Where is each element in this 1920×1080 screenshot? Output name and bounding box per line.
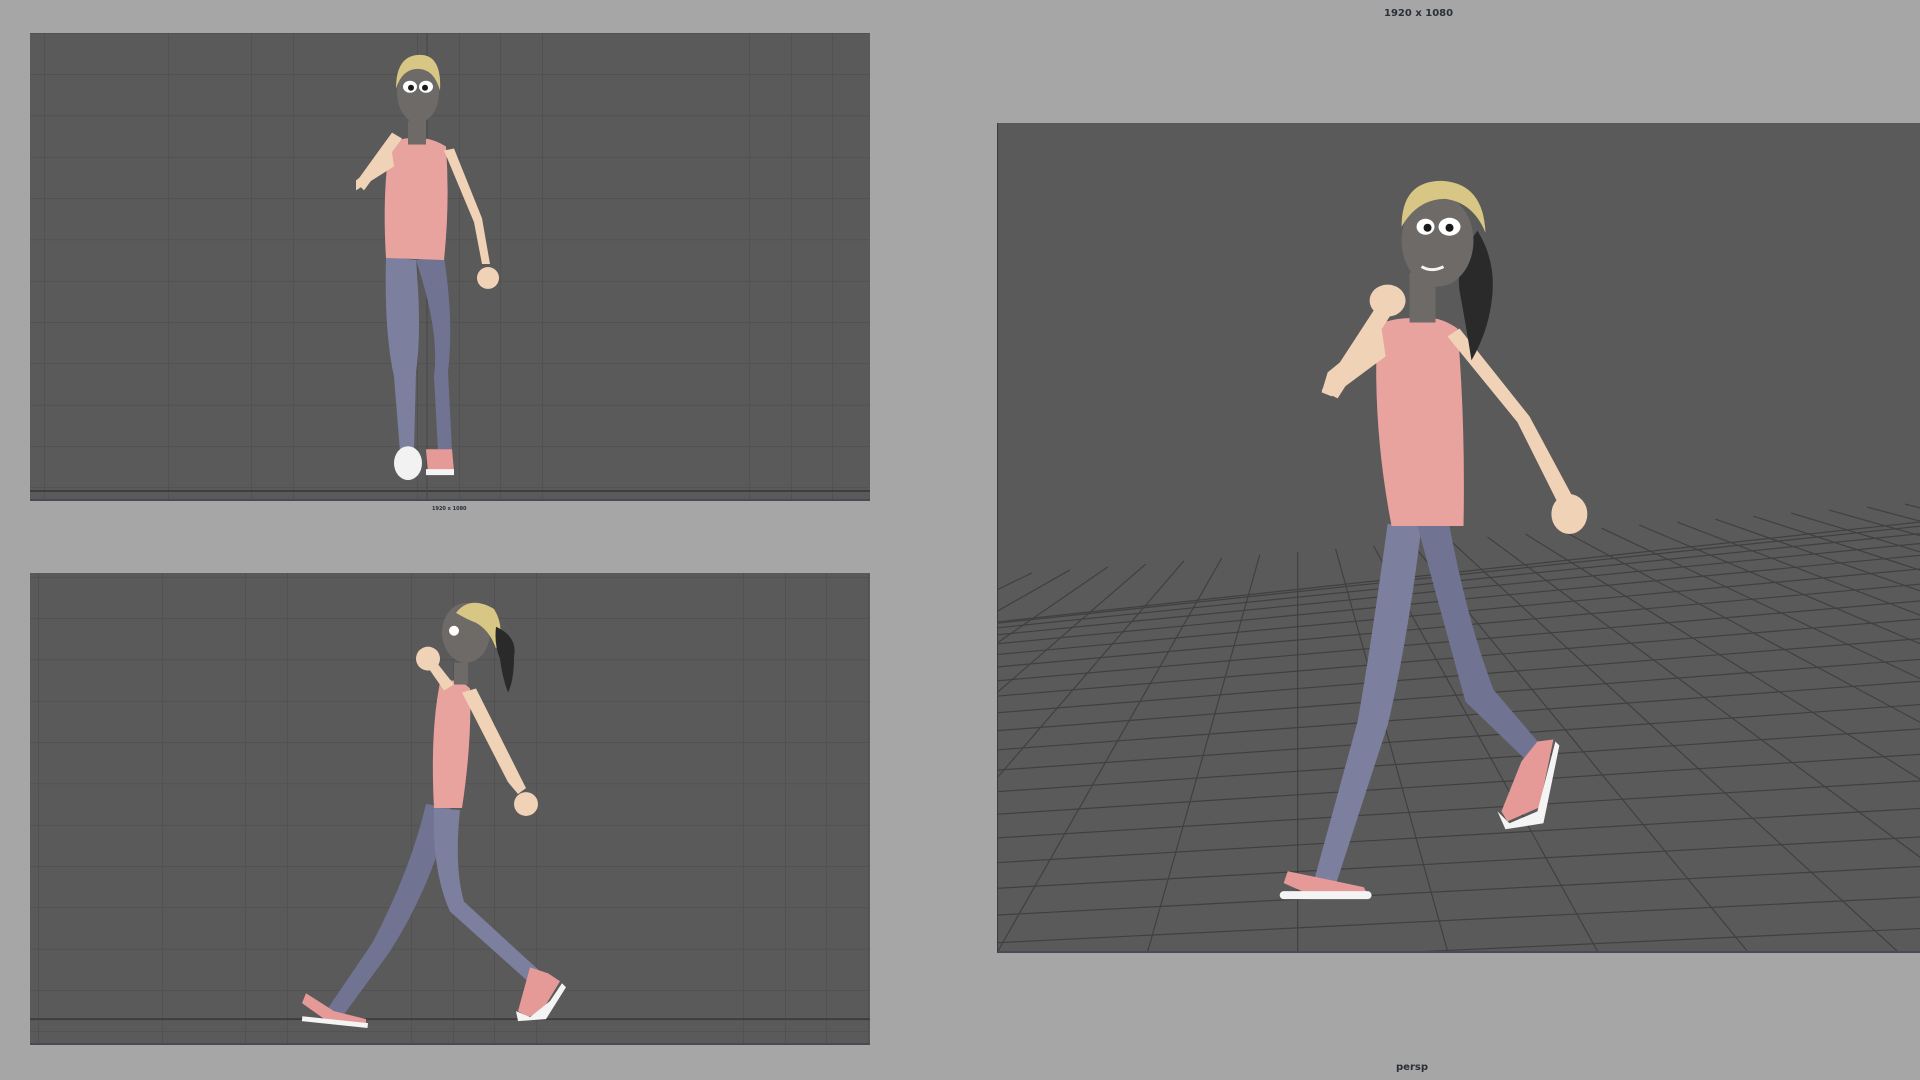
front-resolution-label: 1920 x 1080 (432, 506, 467, 512)
front-viewport-canvas[interactable] (30, 33, 870, 499)
perspective-viewport[interactable] (997, 123, 1920, 953)
side-viewport-canvas[interactable] (30, 573, 870, 1043)
side-viewport[interactable] (30, 573, 870, 1045)
maya-viewport-layout: 1920 x 1080 1920 x 1080 persp (0, 0, 1920, 1080)
perspective-viewport-canvas[interactable] (998, 123, 1920, 951)
front-viewport[interactable] (30, 33, 870, 501)
persp-camera-label: persp (1396, 1062, 1428, 1073)
resolution-gate-label: 1920 x 1080 (1384, 8, 1454, 19)
